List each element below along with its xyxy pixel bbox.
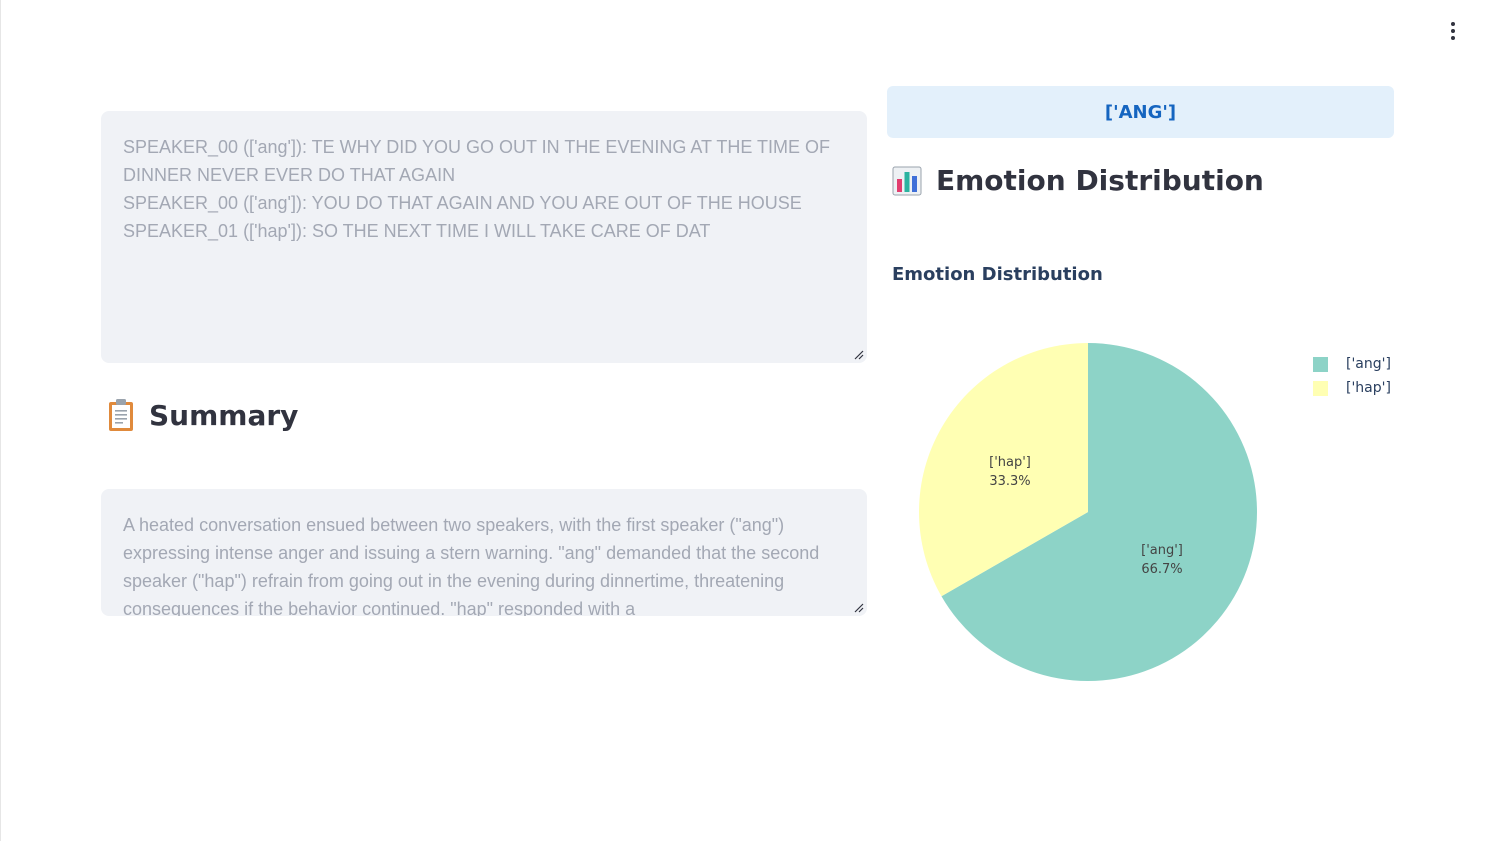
legend-item[interactable]: ['ang'] [1313, 352, 1391, 376]
legend-item[interactable]: ['hap'] [1313, 376, 1391, 400]
chart-legend: ['ang'] ['hap'] [1313, 352, 1391, 400]
pie-chart: ['ang'] 66.7% ['hap'] 33.3% [919, 343, 1257, 681]
transcript-textarea[interactable]: SPEAKER_00 (['ang']): TE WHY DID YOU GO … [101, 111, 867, 363]
distribution-title: Emotion Distribution [936, 164, 1264, 197]
legend-label: ['hap'] [1346, 380, 1391, 396]
page-left-border [0, 0, 1, 841]
summary-title: Summary [149, 398, 299, 432]
kebab-menu-icon[interactable] [1440, 18, 1466, 44]
summary-header: Summary [107, 398, 298, 432]
legend-swatch [1313, 380, 1328, 396]
legend-label: ['ang'] [1346, 356, 1391, 372]
summary-text: A heated conversation ensued between two… [123, 515, 825, 616]
transcript-text: SPEAKER_00 (['ang']): TE WHY DID YOU GO … [101, 111, 867, 267]
slice-label: ['ang'] [1141, 543, 1183, 558]
legend-swatch [1313, 356, 1328, 372]
predicted-emotion-banner: ['ANG'] [887, 86, 1394, 138]
distribution-header: Emotion Distribution [892, 164, 1264, 197]
chart-title: Emotion Distribution [892, 264, 1103, 285]
slice-percent: 33.3% [989, 474, 1030, 489]
slice-label: ['hap'] [989, 455, 1031, 470]
transcript-line: SPEAKER_00 (['ang']): YOU DO THAT AGAIN … [123, 193, 802, 213]
slice-percent: 66.7% [1141, 562, 1182, 577]
summary-textarea[interactable]: A heated conversation ensued between two… [101, 489, 867, 616]
transcript-line: SPEAKER_01 (['hap']): SO THE NEXT TIME I… [123, 221, 711, 241]
bar-chart-icon [892, 166, 922, 195]
resize-handle-icon[interactable] [854, 603, 864, 613]
resize-handle-icon[interactable] [854, 350, 864, 360]
clipboard-icon [109, 399, 133, 431]
transcript-line: SPEAKER_00 (['ang']): TE WHY DID YOU GO … [123, 137, 836, 185]
